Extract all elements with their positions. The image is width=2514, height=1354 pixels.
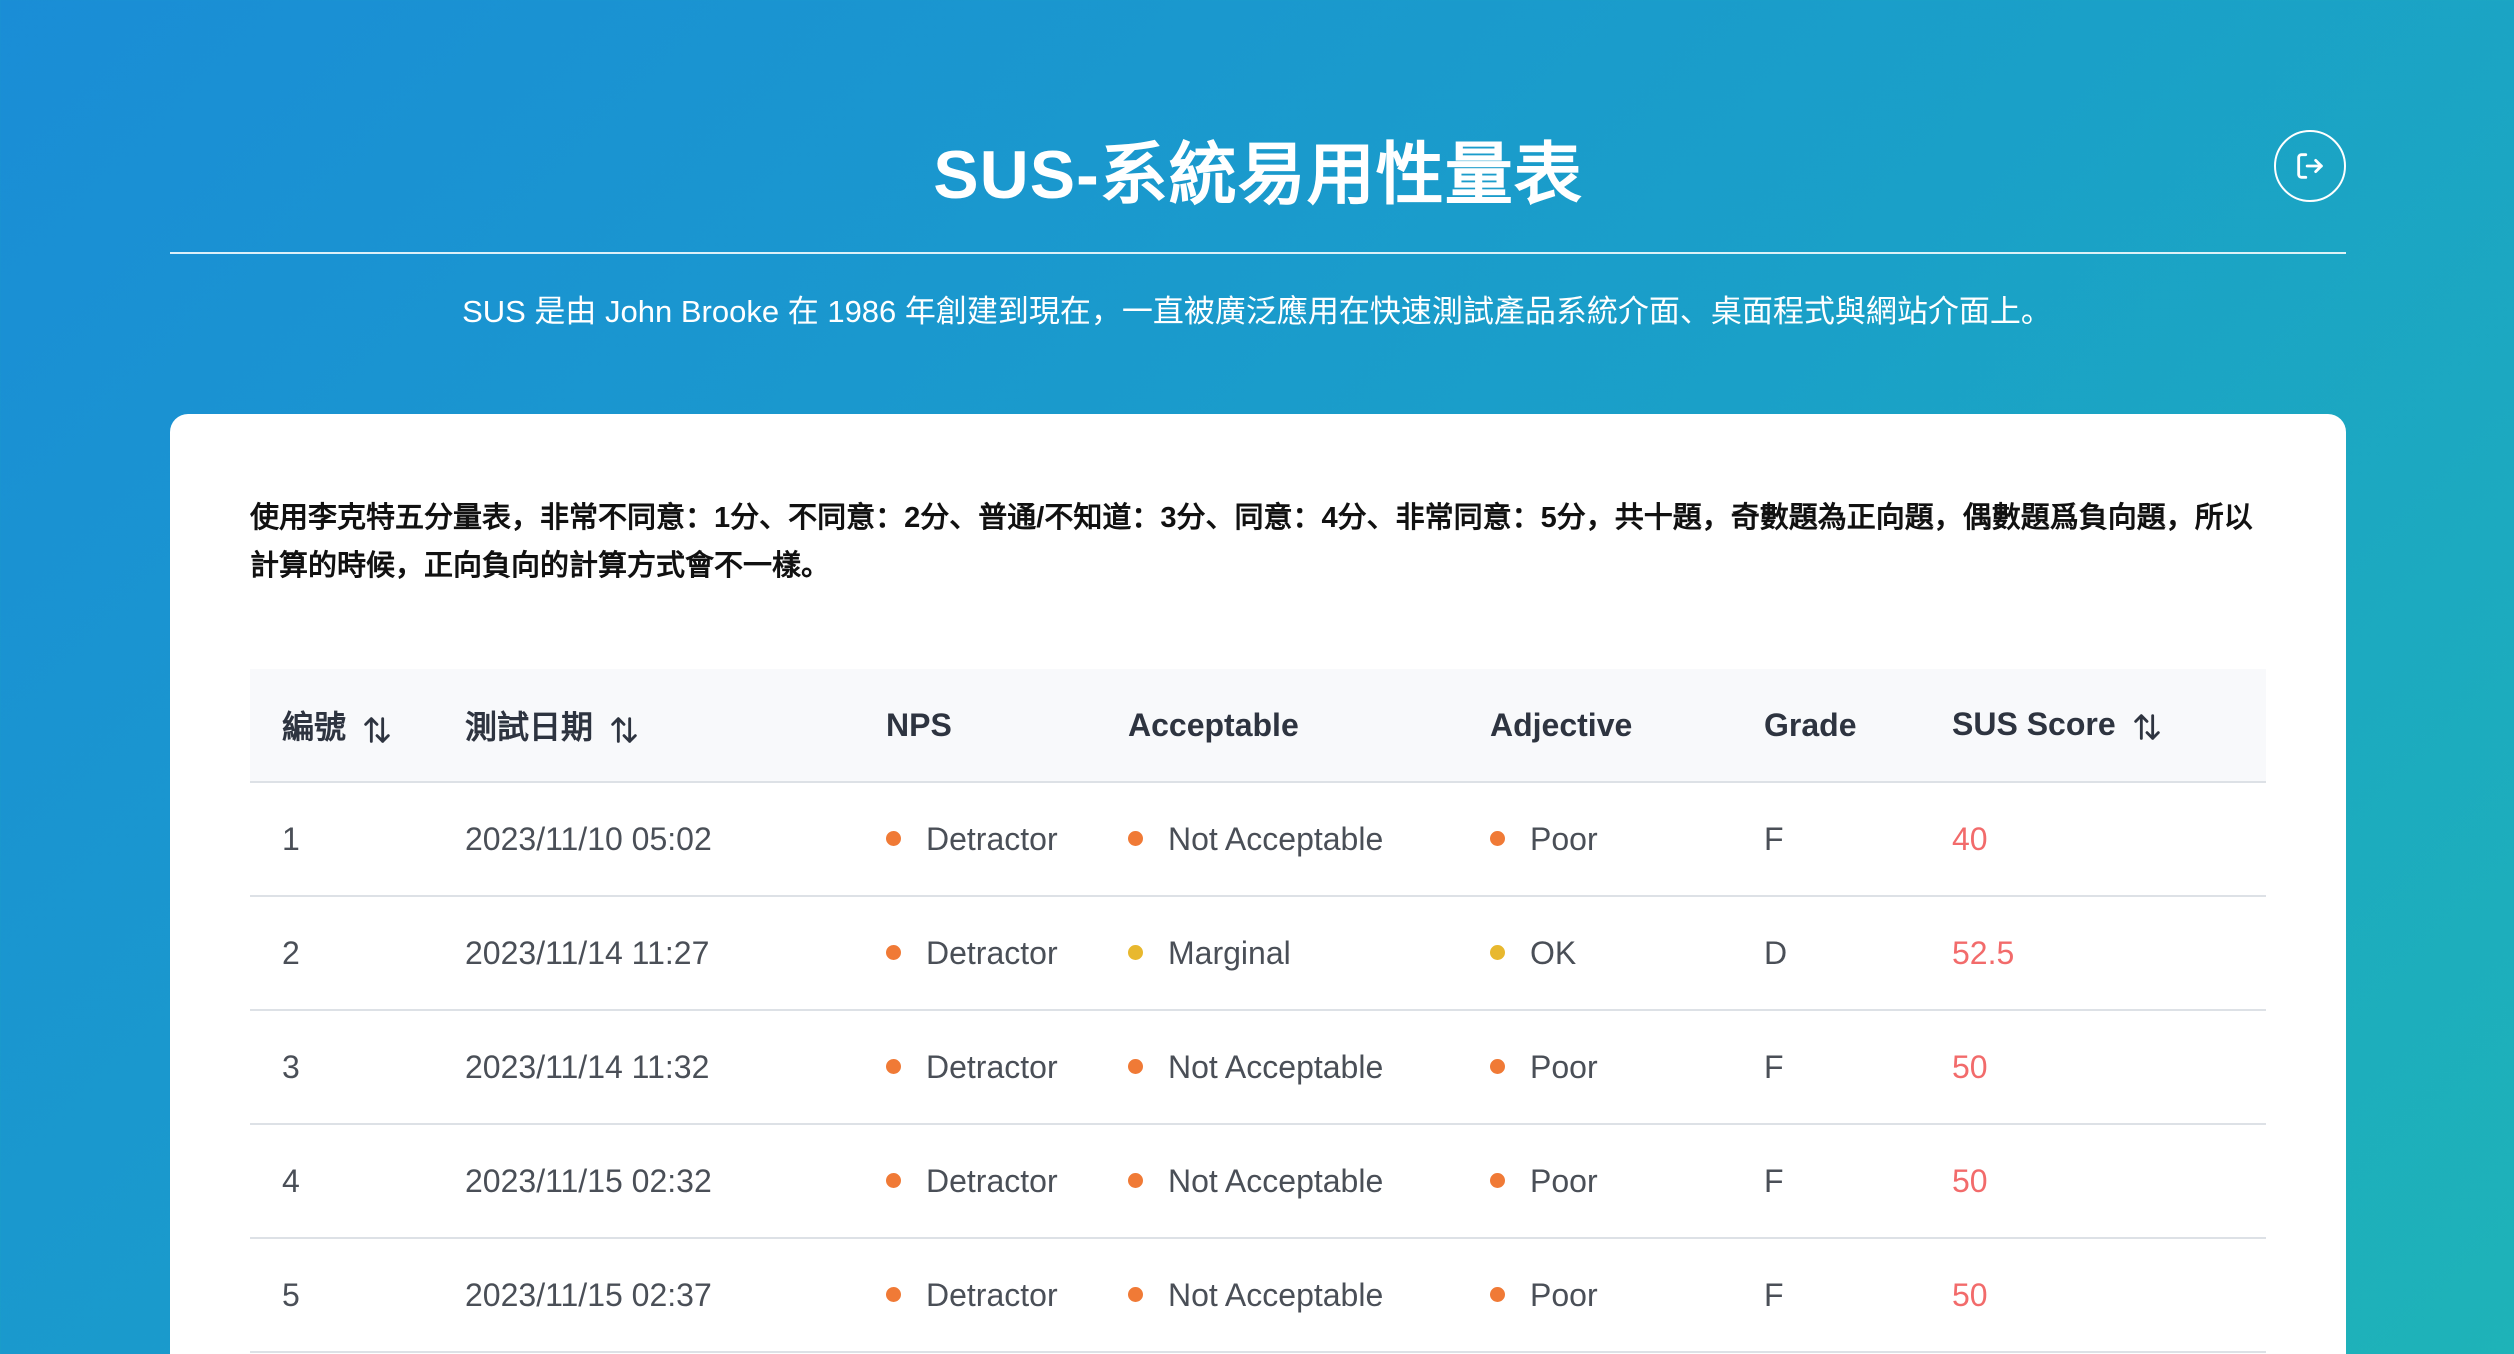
column-header-label: NPS	[886, 706, 952, 743]
status-dot-icon	[886, 1058, 901, 1074]
column-header-3: Acceptable	[1096, 669, 1458, 783]
sort-icon[interactable]	[2130, 710, 2164, 744]
cell-date: 2023/11/10 05:02	[433, 782, 854, 897]
logout-icon	[2297, 153, 2323, 179]
cell-adjective: Poor	[1458, 782, 1732, 897]
cell-adjective: OK	[1458, 896, 1732, 1011]
status-dot-icon	[1128, 1172, 1143, 1188]
cell-grade: D	[1732, 896, 1920, 1011]
cell-nps-label: Detractor	[926, 934, 1058, 971]
page-title: SUS-系統易用性量表	[933, 137, 1583, 213]
scale-description: 使用李克特五分量表，非常不同意：1分、不同意：2分、普通/不知道：3分、同意：4…	[250, 502, 2253, 582]
table-header-row: 編號 測試日期 NPS Acceptable Adjective Grade SUS Sco…	[250, 669, 2266, 783]
cell-date: 2023/11/14 11:32	[433, 1010, 854, 1125]
column-header-label: Grade	[1764, 706, 1857, 743]
cell-date: 2023/11/15 02:32	[433, 1124, 854, 1239]
table-row[interactable]: 4 2023/11/15 02:32 Detractor Not Acceptable…	[250, 1124, 2266, 1239]
cell-adjective: Poor	[1458, 1124, 1732, 1239]
column-header-label: 編號	[282, 709, 347, 745]
column-header-1[interactable]: 測試日期	[433, 669, 854, 783]
status-dot-icon	[1128, 944, 1143, 960]
status-dot-icon	[1490, 1286, 1505, 1302]
column-header-2: NPS	[854, 669, 1096, 783]
cell-acceptable: Marginal	[1096, 896, 1458, 1011]
logout-button[interactable]	[2274, 130, 2346, 202]
page-header: SUS-系統易用性量表	[170, 0, 2346, 254]
cell-acceptable-label: Not Acceptable	[1168, 820, 1384, 857]
cell-score: 50	[1920, 1010, 2266, 1125]
table-body: 1 2023/11/10 05:02 Detractor Not Acceptable…	[250, 782, 2266, 1353]
column-header-label: Acceptable	[1128, 706, 1299, 743]
cell-acceptable: Not Acceptable	[1096, 1238, 1458, 1353]
cell-score: 50	[1920, 1238, 2266, 1353]
cell-adjective-label: Poor	[1530, 1048, 1598, 1085]
cell-adjective-label: OK	[1530, 934, 1577, 971]
status-dot-icon	[1128, 1058, 1143, 1074]
table-row[interactable]: 2 2023/11/14 11:27 Detractor Marginal OK D 52.…	[250, 896, 2266, 1011]
cell-id: 2	[250, 896, 433, 1011]
cell-id: 1	[250, 782, 433, 897]
status-dot-icon	[1128, 830, 1143, 846]
page-subtitle: SUS 是由 John Brooke 在 1986 年創建到現在，一直被廣泛應用…	[462, 294, 2052, 329]
table-row[interactable]: 3 2023/11/14 11:32 Detractor Not Acceptable…	[250, 1010, 2266, 1125]
cell-id: 4	[250, 1124, 433, 1239]
cell-nps-label: Detractor	[926, 1276, 1058, 1313]
cell-date: 2023/11/14 11:27	[433, 896, 854, 1011]
cell-acceptable: Not Acceptable	[1096, 1010, 1458, 1125]
status-dot-icon	[886, 1172, 901, 1188]
content-card: 使用李克特五分量表，非常不同意：1分、不同意：2分、普通/不知道：3分、同意：4…	[170, 414, 2346, 1354]
cell-nps: Detractor	[854, 782, 1096, 897]
status-dot-icon	[886, 830, 901, 846]
cell-score: 50	[1920, 1124, 2266, 1239]
cell-grade: F	[1732, 1238, 1920, 1353]
status-dot-icon	[1490, 944, 1505, 960]
column-header-0[interactable]: 編號	[250, 669, 433, 783]
cell-nps-label: Detractor	[926, 820, 1058, 857]
cell-acceptable-label: Not Acceptable	[1168, 1276, 1384, 1313]
cell-acceptable: Not Acceptable	[1096, 782, 1458, 897]
cell-score: 40	[1920, 782, 2266, 897]
table-row[interactable]: 5 2023/11/15 02:37 Detractor Not Acceptable…	[250, 1238, 2266, 1353]
cell-adjective-label: Poor	[1530, 1162, 1598, 1199]
results-table: 編號 測試日期 NPS Acceptable Adjective Grade SUS Sco…	[250, 669, 2266, 1353]
cell-nps: Detractor	[854, 1238, 1096, 1353]
status-dot-icon	[886, 944, 901, 960]
cell-nps-label: Detractor	[926, 1048, 1058, 1085]
cell-adjective-label: Poor	[1530, 1276, 1598, 1313]
status-dot-icon	[1128, 1286, 1143, 1302]
column-header-4: Adjective	[1458, 669, 1732, 783]
cell-nps: Detractor	[854, 896, 1096, 1011]
cell-adjective: Poor	[1458, 1238, 1732, 1353]
status-dot-icon	[1490, 1058, 1505, 1074]
cell-acceptable-label: Not Acceptable	[1168, 1048, 1384, 1085]
cell-date: 2023/11/15 02:37	[433, 1238, 854, 1353]
status-dot-icon	[886, 1286, 901, 1302]
column-header-label: Adjective	[1490, 706, 1633, 743]
column-header-label: SUS Score	[1952, 706, 2116, 743]
cell-nps: Detractor	[854, 1124, 1096, 1239]
cell-acceptable-label: Not Acceptable	[1168, 1162, 1384, 1199]
cell-grade: F	[1732, 782, 1920, 897]
status-dot-icon	[1490, 830, 1505, 846]
table-row[interactable]: 1 2023/11/10 05:02 Detractor Not Acceptable…	[250, 782, 2266, 897]
cell-grade: F	[1732, 1124, 1920, 1239]
cell-acceptable: Not Acceptable	[1096, 1124, 1458, 1239]
cell-id: 5	[250, 1238, 433, 1353]
cell-score: 52.5	[1920, 896, 2266, 1011]
sort-icon[interactable]	[607, 713, 641, 747]
cell-id: 3	[250, 1010, 433, 1125]
column-header-label: 測試日期	[465, 709, 594, 745]
column-header-5: Grade	[1732, 669, 1920, 783]
column-header-6[interactable]: SUS Score	[1920, 669, 2266, 783]
cell-adjective: Poor	[1458, 1010, 1732, 1125]
cell-adjective-label: Poor	[1530, 820, 1598, 857]
cell-nps-label: Detractor	[926, 1162, 1058, 1199]
cell-nps: Detractor	[854, 1010, 1096, 1125]
status-dot-icon	[1490, 1172, 1505, 1188]
cell-acceptable-label: Marginal	[1168, 934, 1291, 971]
cell-grade: F	[1732, 1010, 1920, 1125]
sort-icon[interactable]	[360, 713, 394, 747]
